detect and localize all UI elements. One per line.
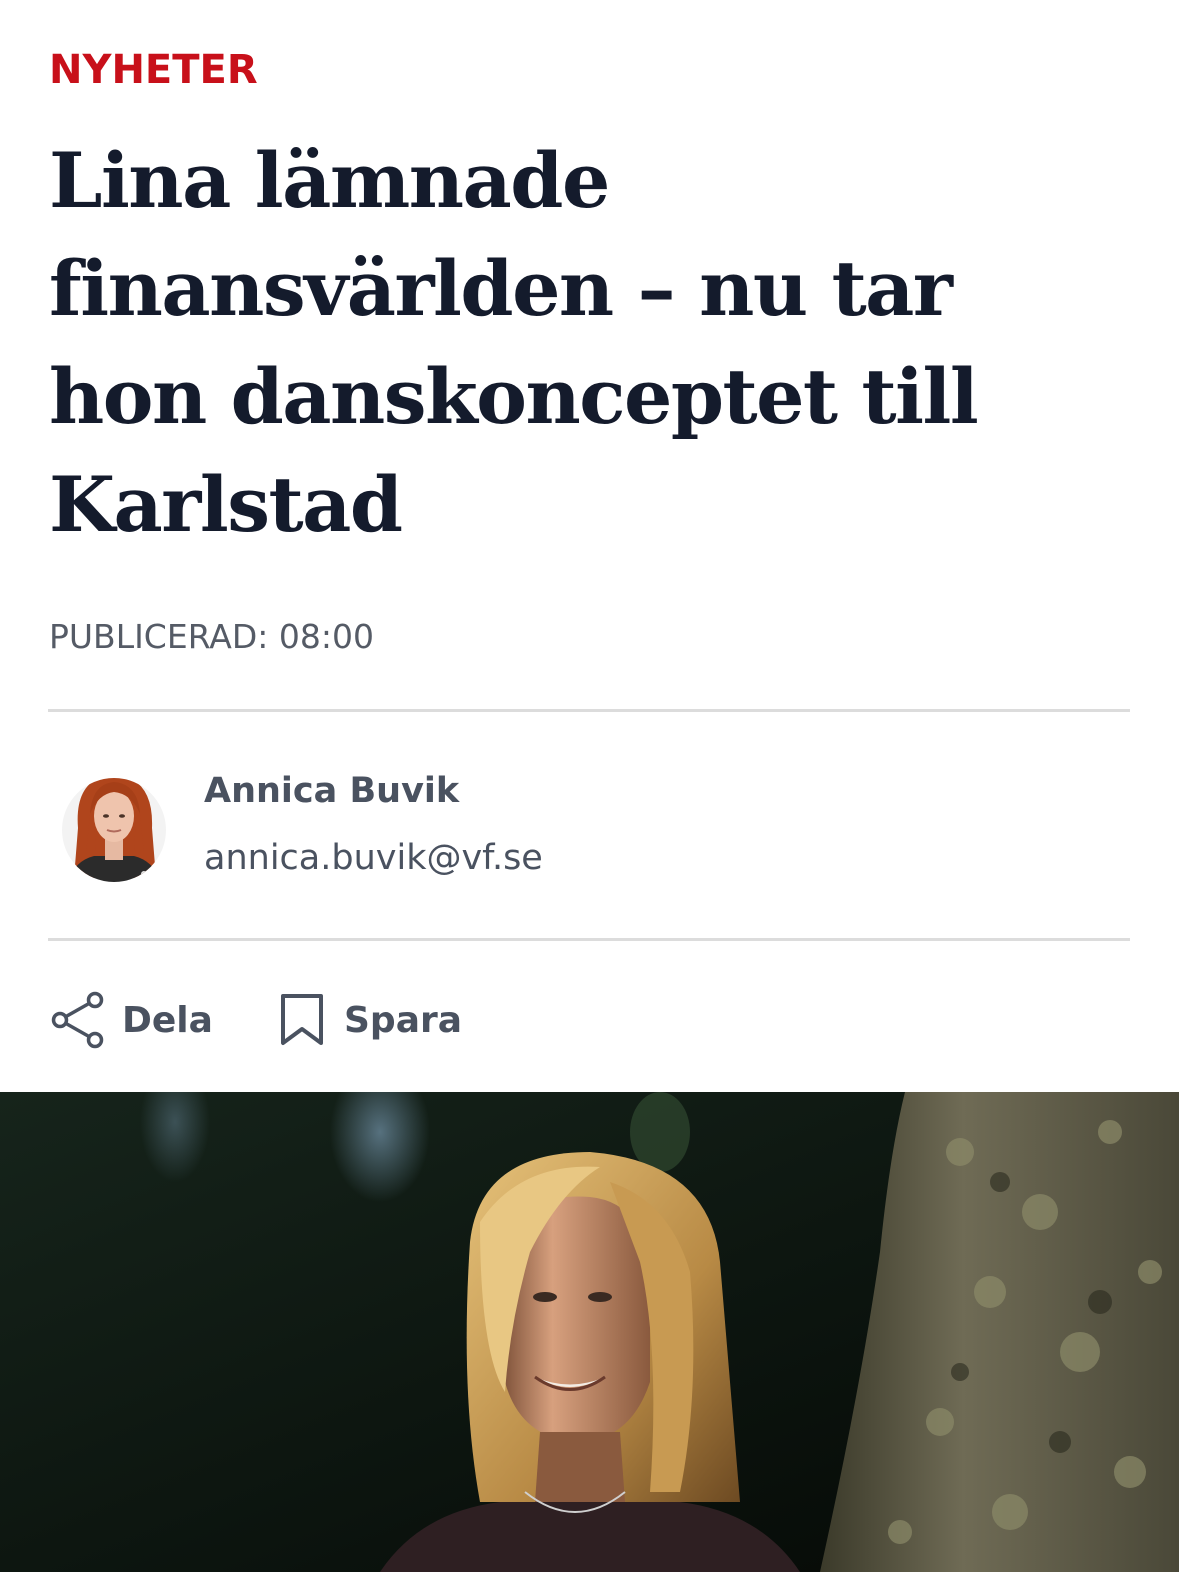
bookmark-icon [281,994,323,1045]
share-label: Dela [122,999,213,1041]
author-email[interactable]: annica.buvik@vf.se [204,834,543,882]
article-headline: Lina lämnade finansvärlden – nu tar hon … [49,136,979,549]
hero-photo[interactable] [0,1092,1179,1572]
divider [48,938,1130,941]
save-button[interactable]: Spara [278,985,462,1055]
author-name[interactable]: Annica Buvik [204,767,459,815]
divider [48,709,1130,712]
author-avatar[interactable] [60,758,168,892]
share-icon [51,991,104,1049]
save-label: Spara [344,999,463,1041]
publish-time: PUBLICERAD: 08:00 [49,617,374,656]
share-button[interactable]: Dela [50,985,213,1055]
section-label[interactable]: NYHETER [49,45,258,95]
